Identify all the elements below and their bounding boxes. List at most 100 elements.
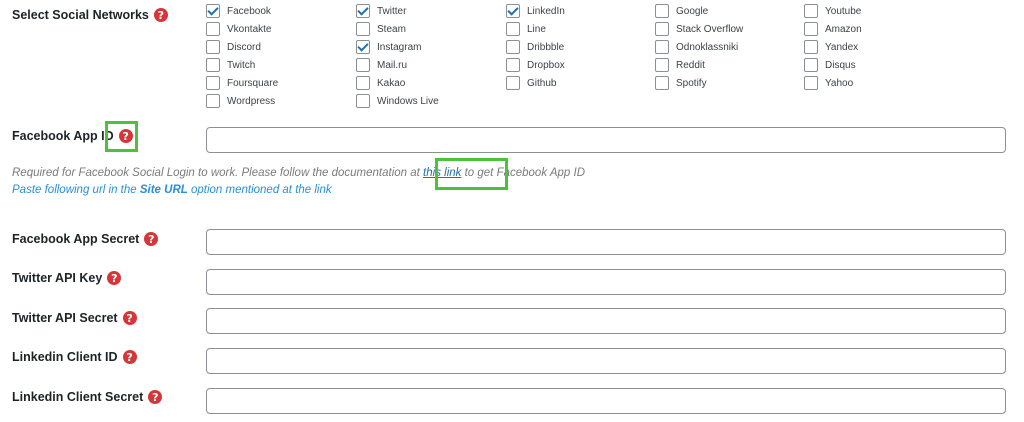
linkedin-client-id-input[interactable] [206,348,1006,374]
network-checkbox-mail-ru[interactable]: Mail.ru [356,58,407,72]
network-checkbox-google[interactable]: Google [655,4,708,18]
checkbox-label: Mail.ru [377,59,408,71]
linkedin-client-secret-input[interactable] [206,388,1006,414]
checkbox-box[interactable] [655,40,669,54]
checkbox-label: Windows Live [377,95,439,107]
checkbox-label: Reddit [676,59,705,71]
checkbox-label: Instagram [377,41,422,53]
twitter-api-secret-label: Twitter API Secret ? [12,311,137,325]
twitter-api-key-label: Twitter API Key ? [12,271,122,285]
facebook-app-secret-label: Facebook App Secret ? [12,232,159,246]
checkbox-label: Dropbox [527,59,565,71]
network-checkbox-dropbox[interactable]: Dropbox [506,58,565,72]
checkbox-label: LinkedIn [527,5,565,17]
select-social-networks-label: Select Social Networks ? [12,8,168,22]
checkbox-label: Yahoo [825,77,854,89]
checkbox-label: Foursquare [227,77,279,89]
network-checkbox-steam[interactable]: Steam [356,22,406,36]
checkbox-label: Discord [227,41,261,53]
checkbox-box[interactable] [655,4,669,18]
network-checkbox-youtube[interactable]: Youtube [804,4,861,18]
checkbox-box[interactable] [506,76,520,90]
network-checkbox-windows-live[interactable]: Windows Live [356,94,439,108]
checkbox-box[interactable] [655,22,669,36]
facebook-app-id-input[interactable] [206,127,1006,153]
network-checkbox-twitch[interactable]: Twitch [206,58,255,72]
facebook-app-id-label: Facebook App ID ? [12,129,133,143]
checkbox-label: Kakao [377,77,406,89]
checkbox-box[interactable] [206,4,220,18]
network-checkbox-stack-overflow[interactable]: Stack Overflow [655,22,743,36]
facebook-app-id-description: Required for Facebook Social Login to wo… [12,167,585,179]
facebook-app-secret-input[interactable] [206,229,1006,255]
checkbox-label: Yandex [825,41,859,53]
checkbox-box[interactable] [206,40,220,54]
network-checkbox-instagram[interactable]: Instagram [356,40,421,54]
checkbox-label: Twitch [227,59,256,71]
checkbox-label: Line [527,23,546,35]
checkbox-box[interactable] [356,58,370,72]
checkbox-box[interactable] [506,58,520,72]
checkbox-box[interactable] [356,22,370,36]
checkbox-box[interactable] [206,76,220,90]
help-icon[interactable]: ? [118,129,133,143]
checkbox-box[interactable] [356,94,370,108]
twitter-api-key-input[interactable] [206,269,1006,295]
checkbox-box[interactable] [655,76,669,90]
network-checkbox-vkontakte[interactable]: Vkontakte [206,22,271,36]
checkbox-label: Github [527,77,557,89]
checkbox-box[interactable] [804,58,818,72]
help-icon[interactable]: ? [107,271,122,285]
network-checkbox-spotify[interactable]: Spotify [655,76,707,90]
documentation-link[interactable]: this link [423,167,461,179]
checkbox-box[interactable] [506,22,520,36]
network-checkbox-kakao[interactable]: Kakao [356,76,405,90]
checkbox-box[interactable] [804,76,818,90]
network-checkbox-github[interactable]: Github [506,76,556,90]
network-checkbox-linkedin[interactable]: LinkedIn [506,4,565,18]
help-icon[interactable]: ? [153,8,168,22]
network-checkbox-line[interactable]: Line [506,22,546,36]
checkbox-box[interactable] [356,76,370,90]
network-checkbox-yandex[interactable]: Yandex [804,40,858,54]
help-icon[interactable]: ? [148,390,163,404]
checkbox-label: Facebook [227,5,271,17]
help-icon[interactable]: ? [122,350,137,364]
network-checkbox-discord[interactable]: Discord [206,40,261,54]
checkbox-box[interactable] [206,58,220,72]
network-checkbox-wordpress[interactable]: Wordpress [206,94,275,108]
linkedin-client-secret-label: Linkedin Client Secret ? [12,390,163,404]
checkbox-label: Stack Overflow [676,23,744,35]
checkbox-label: Spotify [676,77,707,89]
checkbox-label: Steam [377,23,406,35]
checkbox-label: Twitter [377,5,407,17]
twitter-api-secret-input[interactable] [206,308,1006,334]
help-icon[interactable]: ? [144,232,159,246]
network-checkbox-yahoo[interactable]: Yahoo [804,76,853,90]
network-checkbox-twitter[interactable]: Twitter [356,4,406,18]
checkbox-label: Disqus [825,59,856,71]
checkbox-box[interactable] [206,22,220,36]
network-checkbox-amazon[interactable]: Amazon [804,22,862,36]
checkbox-box[interactable] [356,40,370,54]
checkbox-box[interactable] [655,58,669,72]
linkedin-client-id-label: Linkedin Client ID ? [12,350,137,364]
checkbox-box[interactable] [804,40,818,54]
checkbox-box[interactable] [506,40,520,54]
site-url-instruction: Paste following url in the Site URL opti… [12,184,332,196]
checkbox-box[interactable] [804,4,818,18]
help-icon[interactable]: ? [122,311,137,325]
network-checkbox-odnoklassniki[interactable]: Odnoklassniki [655,40,738,54]
network-checkbox-dribbble[interactable]: Dribbble [506,40,564,54]
network-checkbox-disqus[interactable]: Disqus [804,58,856,72]
checkbox-label: Odnoklassniki [676,41,739,53]
network-checkbox-foursquare[interactable]: Foursquare [206,76,278,90]
checkbox-box[interactable] [206,94,220,108]
checkbox-label: Youtube [825,5,862,17]
network-checkbox-facebook[interactable]: Facebook [206,4,271,18]
checkbox-box[interactable] [804,22,818,36]
checkbox-label: Google [676,5,709,17]
checkbox-box[interactable] [506,4,520,18]
network-checkbox-reddit[interactable]: Reddit [655,58,705,72]
checkbox-box[interactable] [356,4,370,18]
